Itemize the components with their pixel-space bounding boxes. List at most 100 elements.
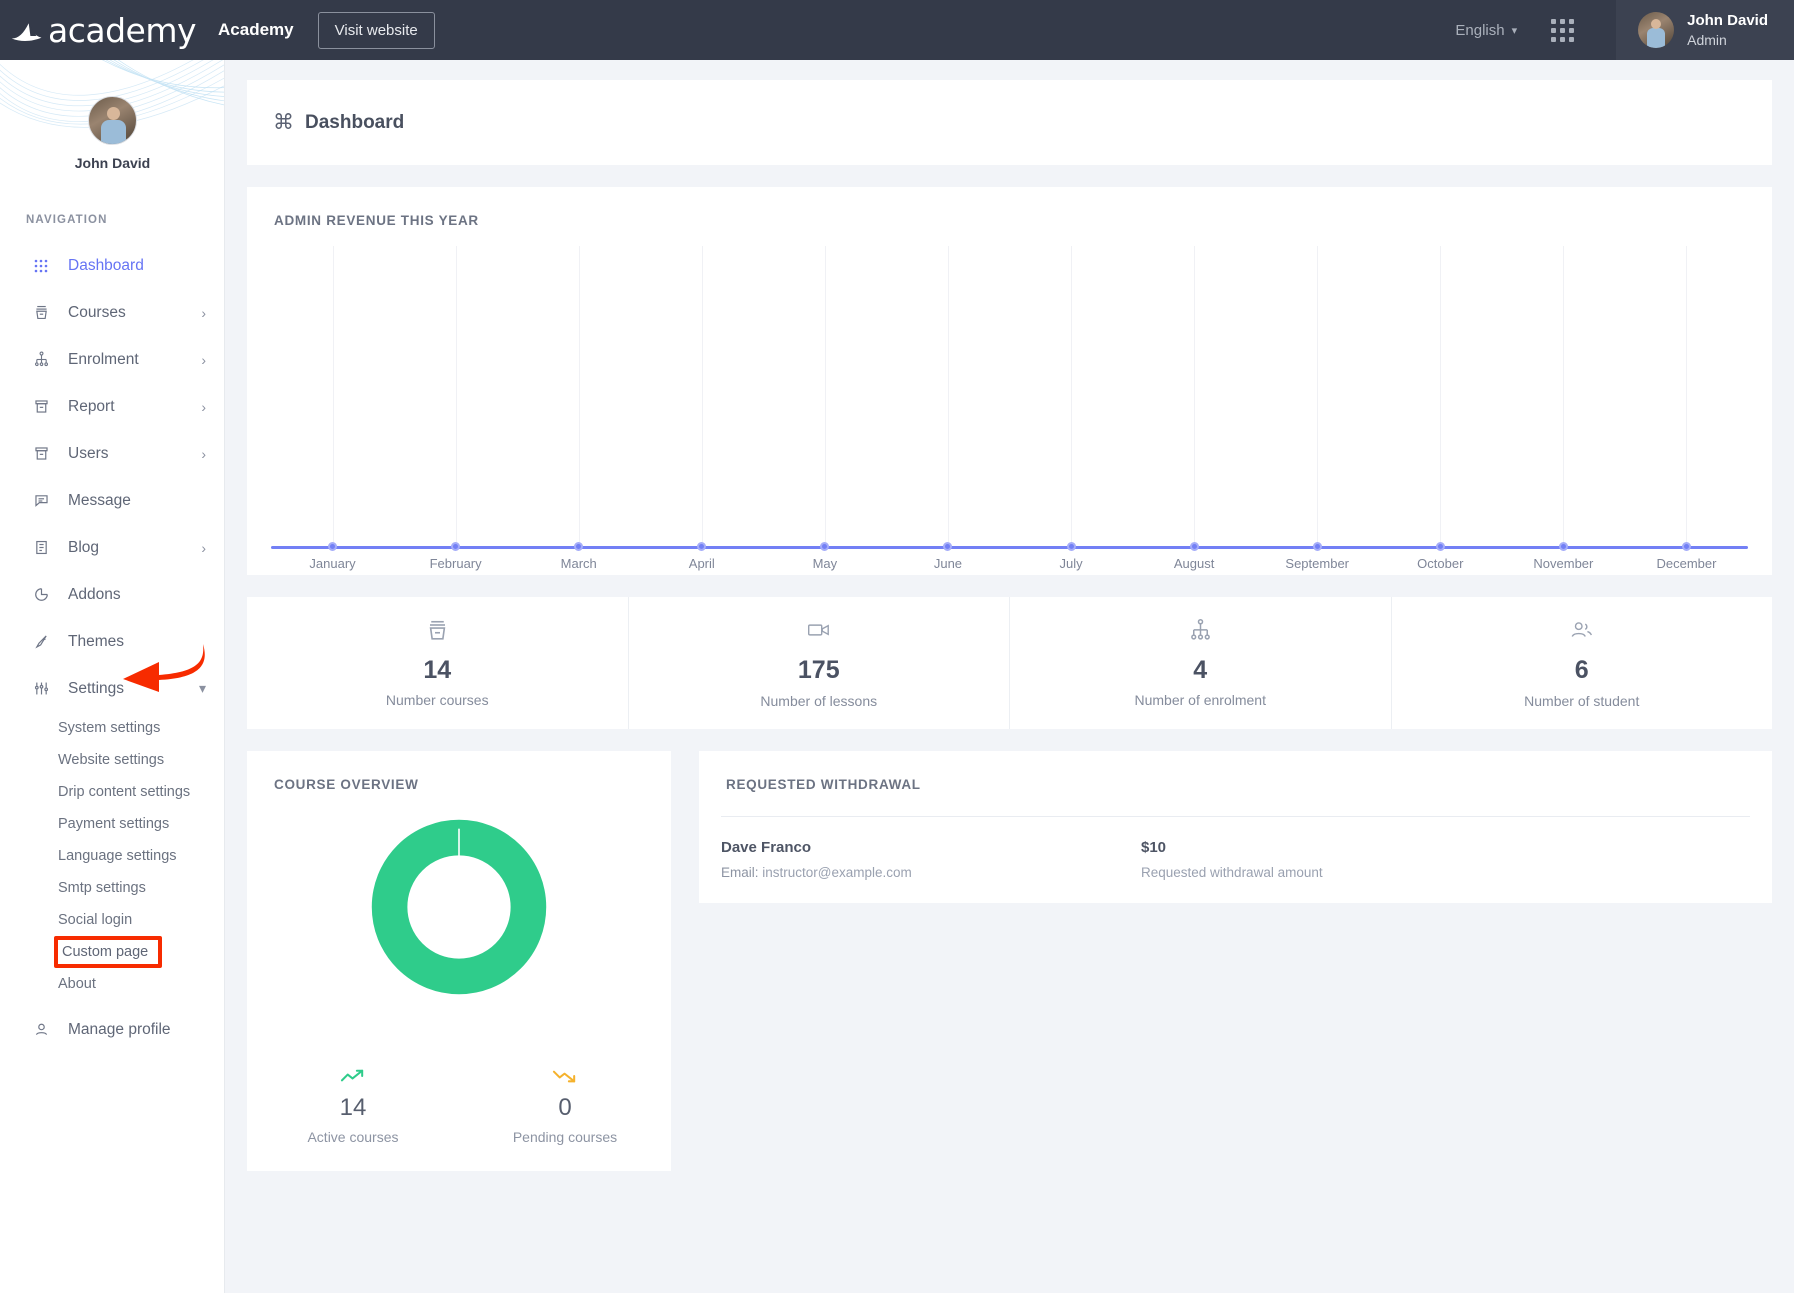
chart-gridline (333, 246, 334, 546)
chart-gridline (1440, 246, 1441, 546)
chart-gridline (1071, 246, 1072, 546)
metric-label: Active courses (247, 1129, 459, 1145)
metric-pending-courses: 0 Pending courses (459, 1068, 671, 1145)
sidebar-subitem-label: About (58, 976, 96, 992)
donut-chart (370, 818, 548, 996)
email-label: Email: (721, 865, 759, 880)
sidebar-item-courses[interactable]: Courses › (0, 289, 224, 336)
sidebar-item-label: Addons (68, 586, 121, 604)
annotation-arrow-icon (117, 640, 207, 695)
chart-data-point[interactable] (1682, 542, 1691, 551)
language-label: English (1455, 22, 1504, 39)
sidebar-subitem-label: Social login (58, 912, 132, 928)
course-overview-metrics: 14 Active courses 0 Pending courses (247, 1068, 671, 1145)
bottom-row: COURSE OVERVIEW 14 Active courses (247, 751, 1772, 1171)
chevron-right-icon: › (201, 399, 206, 415)
withdrawal-requester: Dave Franco Email: instructor@example.co… (721, 839, 1141, 880)
withdrawal-amount: $10 (1141, 839, 1323, 856)
stat-label: Number of student (1524, 693, 1639, 709)
command-icon: ⌘ (273, 110, 294, 135)
top-bar: academy Academy Visit website English ▾ … (0, 0, 1794, 60)
chart-data-point[interactable] (451, 542, 460, 551)
stat-number-lessons: 175 Number of lessons (629, 597, 1011, 729)
sidebar-item-enrolment[interactable]: Enrolment › (0, 336, 224, 383)
apps-grid-icon[interactable] (1551, 19, 1574, 42)
video-icon (806, 617, 832, 648)
chart-data-point[interactable] (943, 542, 952, 551)
withdrawal-amount-label: Requested withdrawal amount (1141, 865, 1323, 880)
sidebar-subitem-website-settings[interactable]: Website settings (0, 744, 224, 776)
chart-data-point[interactable] (574, 542, 583, 551)
table-row: Dave Franco Email: instructor@example.co… (699, 817, 1772, 880)
chevron-right-icon: › (201, 446, 206, 462)
courses-icon (425, 618, 450, 648)
main-content: ⌘ Dashboard ADMIN REVENUE THIS YEAR Janu… (225, 60, 1794, 1293)
sidebar-item-label: Report (68, 398, 115, 416)
chart-x-tick-label: May (813, 556, 838, 571)
chart-data-point[interactable] (1559, 542, 1568, 551)
sidebar-subitem-social-login[interactable]: Social login (0, 904, 224, 936)
sidebar-subitem-about[interactable]: About (0, 968, 224, 1000)
chart-x-tick-label: October (1417, 556, 1463, 571)
chart-data-point[interactable] (1313, 542, 1322, 551)
sidebar-item-addons[interactable]: Addons (0, 571, 224, 618)
nav-section-heading: NAVIGATION (0, 214, 224, 226)
chart-data-point[interactable] (1067, 542, 1076, 551)
user-menu[interactable]: John David Admin (1616, 0, 1794, 60)
chart-gridline (1194, 246, 1195, 546)
sidebar-item-report[interactable]: Report › (0, 383, 224, 430)
revenue-x-axis-labels: JanuaryFebruaryMarchAprilMayJuneJulyAugu… (271, 556, 1748, 586)
enrolment-icon (1188, 618, 1213, 648)
chevron-right-icon: › (201, 352, 206, 368)
sidebar-item-label: Blog (68, 539, 99, 557)
top-bar-right: English ▾ John David Admin (1455, 0, 1794, 60)
chart-data-point[interactable] (1190, 542, 1199, 551)
sidebar-item-users[interactable]: Users › (0, 430, 224, 477)
sidebar-subitem-language-settings[interactable]: Language settings (0, 840, 224, 872)
report-icon (33, 398, 55, 415)
stat-value: 4 (1193, 657, 1207, 685)
stat-number-courses: 14 Number courses (247, 597, 629, 729)
sidebar-subitem-system-settings[interactable]: System settings (0, 712, 224, 744)
themes-icon (33, 633, 55, 650)
stat-label: Number of lessons (760, 693, 877, 709)
visit-website-button[interactable]: Visit website (318, 12, 435, 49)
sidebar-item-blog[interactable]: Blog › (0, 524, 224, 571)
sidebar-item-manage-profile[interactable]: Manage profile (0, 1006, 224, 1053)
chart-gridline (1686, 246, 1687, 546)
sidebar-item-label: Enrolment (68, 351, 139, 369)
metric-value: 0 (459, 1094, 671, 1122)
sidebar-subitem-drip-content-settings[interactable]: Drip content settings (0, 776, 224, 808)
chart-data-point[interactable] (1436, 542, 1445, 551)
sidebar-subitem-smtp-settings[interactable]: Smtp settings (0, 872, 224, 904)
course-overview-title: COURSE OVERVIEW (247, 777, 671, 792)
sidebar-item-message[interactable]: Message (0, 477, 224, 524)
brand-logo[interactable]: academy (10, 11, 196, 50)
sidebar-subitem-custom-page[interactable]: Custom page (54, 936, 162, 968)
user-name: John David (1687, 11, 1768, 31)
chart-x-tick-label: January (309, 556, 355, 571)
message-icon (33, 492, 55, 509)
sidebar-profile[interactable]: John David (0, 96, 224, 171)
chart-data-point[interactable] (697, 542, 706, 551)
course-overview-donut (247, 818, 671, 996)
chart-data-point[interactable] (328, 542, 337, 551)
settings-icon (33, 680, 55, 697)
enrolment-icon (33, 351, 55, 368)
revenue-series-line (271, 546, 1748, 549)
chart-x-tick-label: November (1533, 556, 1593, 571)
sidebar-item-label: Message (68, 492, 131, 510)
chart-data-point[interactable] (820, 542, 829, 551)
sidebar-item-label: Manage profile (68, 1021, 171, 1039)
academy-logo-icon (10, 13, 44, 47)
sidebar-subitem-payment-settings[interactable]: Payment settings (0, 808, 224, 840)
sidebar-item-dashboard[interactable]: Dashboard (0, 242, 224, 289)
chart-gridline (825, 246, 826, 546)
stat-value: 14 (423, 657, 451, 685)
addons-icon (33, 586, 55, 603)
chart-x-tick-label: August (1174, 556, 1214, 571)
email-link[interactable]: instructor@example.com (762, 865, 912, 880)
stat-number-enrolment: 4 Number of enrolment (1010, 597, 1392, 729)
admin-revenue-title: ADMIN REVENUE THIS YEAR (247, 213, 1772, 228)
language-selector[interactable]: English ▾ (1455, 22, 1517, 39)
